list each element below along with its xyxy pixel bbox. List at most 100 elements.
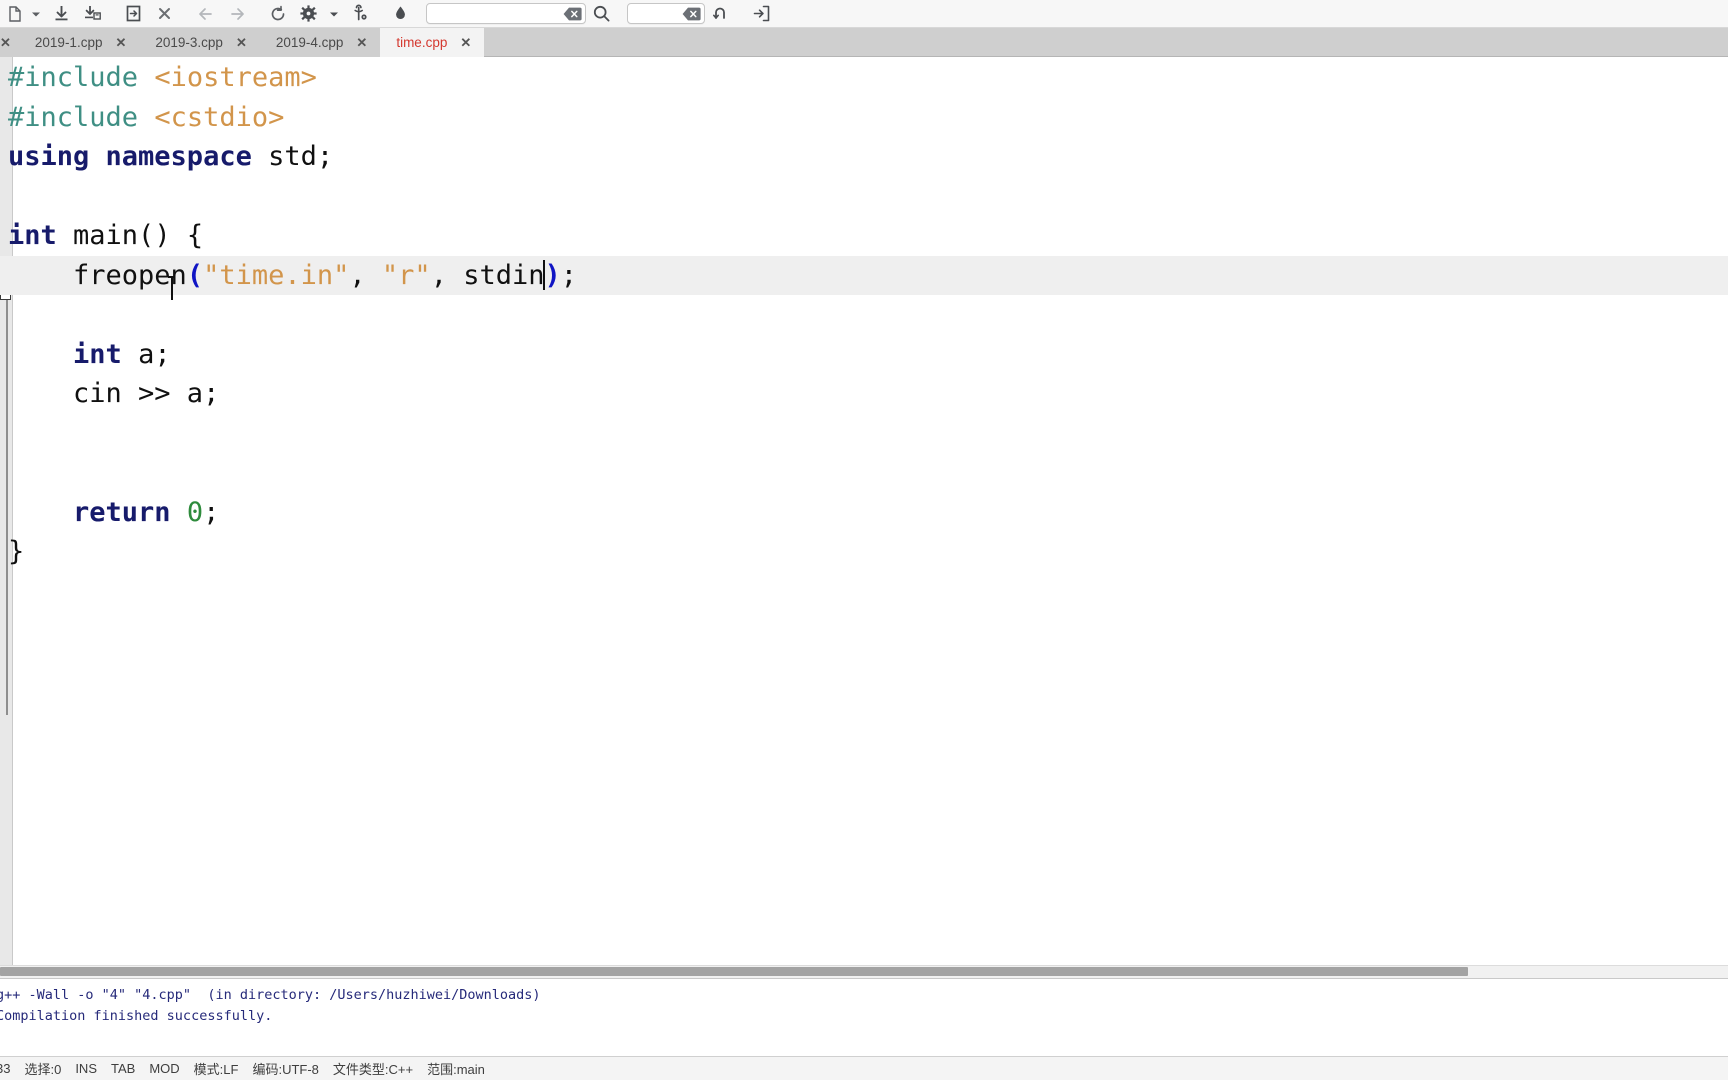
- code-line[interactable]: [0, 295, 1728, 335]
- code-token: std;: [251, 141, 334, 172]
- code-token: }: [8, 536, 25, 567]
- code-editor-area[interactable]: #include <iostream> #include <cstdio> usin…: [0, 57, 1728, 978]
- code-token: cin >> a;: [8, 378, 220, 409]
- export-icon[interactable]: [746, 1, 777, 27]
- code-token: ): [544, 259, 561, 291]
- status-bar-item: 编码:UTF-8: [252, 1062, 319, 1077]
- toolbar-separator-4: [375, 3, 385, 25]
- status-bar-item: TAB: [110, 1061, 136, 1076]
- clear-search-icon[interactable]: [562, 7, 582, 21]
- close-tab-icon[interactable]: ✕: [0, 36, 11, 49]
- code-token: main() {: [56, 220, 204, 251]
- code-line[interactable]: }: [0, 532, 1728, 572]
- search-icon[interactable]: [586, 1, 617, 27]
- code-line-active[interactable]: freopen("time.in", "r", stdin);: [0, 255, 1728, 295]
- file-tab-label: 2019-3.cpp: [155, 35, 223, 50]
- file-tab-label: 2019-1.cpp: [34, 35, 103, 50]
- status-bar-item: MOD: [149, 1061, 180, 1076]
- status-bar-item: INS: [75, 1061, 97, 1076]
- file-tab-bar: ✕ 2019-1.cpp ✕ 2019-3.cpp ✕ 2019-4.cpp ✕ time.c…: [0, 28, 1728, 57]
- toolbar-separator-5: [416, 3, 426, 25]
- file-tab-label: time.cpp: [396, 35, 448, 50]
- dropdown-arrow-icon-2[interactable]: [324, 1, 344, 27]
- code-line[interactable]: cin >> a;: [0, 374, 1728, 414]
- build-log-line: Compilation finished successfully.: [0, 1008, 273, 1024]
- file-tab[interactable]: time.cpp ✕: [380, 28, 485, 57]
- undo-icon[interactable]: [705, 1, 736, 27]
- code-token: <iostream>: [154, 62, 317, 93]
- code-line[interactable]: int a;: [0, 335, 1728, 375]
- code-line[interactable]: [0, 177, 1728, 217]
- toolbar-separator-3: [252, 3, 262, 25]
- code-token: "r": [381, 259, 431, 291]
- code-token: #include: [8, 62, 155, 93]
- code-token: a;: [121, 338, 171, 370]
- code-line[interactable]: return 0;: [0, 493, 1728, 533]
- code-token: ;: [560, 259, 578, 291]
- gear-icon[interactable]: [293, 1, 324, 27]
- code-token: int: [73, 338, 122, 370]
- save-as-icon[interactable]: [77, 1, 108, 27]
- file-tab[interactable]: 2019-1.cpp ✕: [18, 28, 140, 57]
- editor-horizontal-scrollbar[interactable]: [0, 965, 1728, 978]
- code-line[interactable]: #include <cstdio>: [0, 98, 1728, 138]
- status-bar-item: 33: [0, 1061, 11, 1076]
- code-editor-window: ✕ 2019-1.cpp ✕ 2019-3.cpp ✕ 2019-4.cpp ✕ time.c…: [0, 0, 1728, 1080]
- toolbar-separator-2: [180, 3, 190, 25]
- code-line[interactable]: int main() {: [0, 216, 1728, 256]
- debug-gear-icon[interactable]: [344, 1, 375, 27]
- code-token: ,: [349, 259, 382, 291]
- new-file-icon[interactable]: [4, 1, 26, 27]
- save-icon[interactable]: [46, 1, 77, 27]
- file-tab-label: 2019-4.cpp: [275, 35, 344, 50]
- build-log-line: g++ -Wall -o "4" "4.cpp" (in directory: …: [0, 987, 541, 1003]
- status-bar: 33 选择:0 INS TAB MOD 模式:LF 编码:UTF-8 文件类型:C++ 范围:m…: [0, 1056, 1728, 1080]
- file-tab[interactable]: 2019-4.cpp ✕: [259, 28, 381, 57]
- code-token: return: [73, 496, 171, 528]
- clear-goto-icon[interactable]: [681, 7, 701, 21]
- file-tab[interactable]: 2019-3.cpp ✕: [139, 28, 260, 57]
- close-tab-icon[interactable]: ✕: [460, 36, 471, 49]
- code-token: #include: [8, 101, 155, 133]
- code-token: <cstdio>: [154, 101, 285, 133]
- toolbar-separator-7: [736, 3, 746, 25]
- goto-line-input[interactable]: [627, 3, 705, 24]
- color-drop-icon[interactable]: [385, 1, 416, 27]
- status-bar-item: 范围:main: [427, 1062, 485, 1077]
- close-tab-icon[interactable]: ✕: [356, 36, 367, 49]
- code-line[interactable]: using namespace std;: [0, 137, 1728, 177]
- code-token: int: [8, 220, 57, 251]
- status-bar-item: 文件类型:C++: [332, 1062, 414, 1077]
- close-file-icon[interactable]: [118, 1, 149, 27]
- code-line[interactable]: [0, 414, 1728, 454]
- toolbar-separator-6: [617, 3, 627, 25]
- code-content[interactable]: #include <iostream> #include <cstdio> usin…: [0, 57, 1728, 978]
- compile-run-icon[interactable]: [262, 1, 293, 27]
- main-toolbar: [0, 0, 1728, 28]
- close-tab-icon[interactable]: ✕: [115, 36, 126, 49]
- code-token: (: [186, 259, 204, 291]
- code-token: ;: [203, 496, 220, 528]
- editor-scrollbar-thumb[interactable]: [0, 967, 1468, 976]
- code-line[interactable]: #include <iostream>: [0, 58, 1728, 98]
- close-tab-icon[interactable]: ✕: [236, 36, 247, 49]
- status-bar-item: 选择:0: [24, 1062, 62, 1077]
- close-icon[interactable]: [149, 1, 180, 27]
- code-line[interactable]: [0, 453, 1728, 493]
- code-token: using namespace: [8, 141, 252, 172]
- dropdown-arrow-icon[interactable]: [26, 1, 46, 27]
- code-token: "time.in": [203, 259, 350, 291]
- status-bar-item: 模式:LF: [193, 1062, 239, 1077]
- build-output-panel[interactable]: g++ -Wall -o "4" "4.cpp" (in directory: …: [0, 978, 1728, 1056]
- search-input[interactable]: [426, 3, 586, 24]
- toolbar-separator-1: [108, 3, 118, 25]
- code-token: , stdin: [430, 259, 545, 291]
- code-token: 0: [186, 496, 204, 528]
- forward-arrow-icon[interactable]: [221, 1, 252, 27]
- file-tab-partial[interactable]: ✕: [0, 28, 19, 57]
- code-token: freopen: [8, 259, 187, 291]
- back-arrow-icon[interactable]: [190, 1, 221, 27]
